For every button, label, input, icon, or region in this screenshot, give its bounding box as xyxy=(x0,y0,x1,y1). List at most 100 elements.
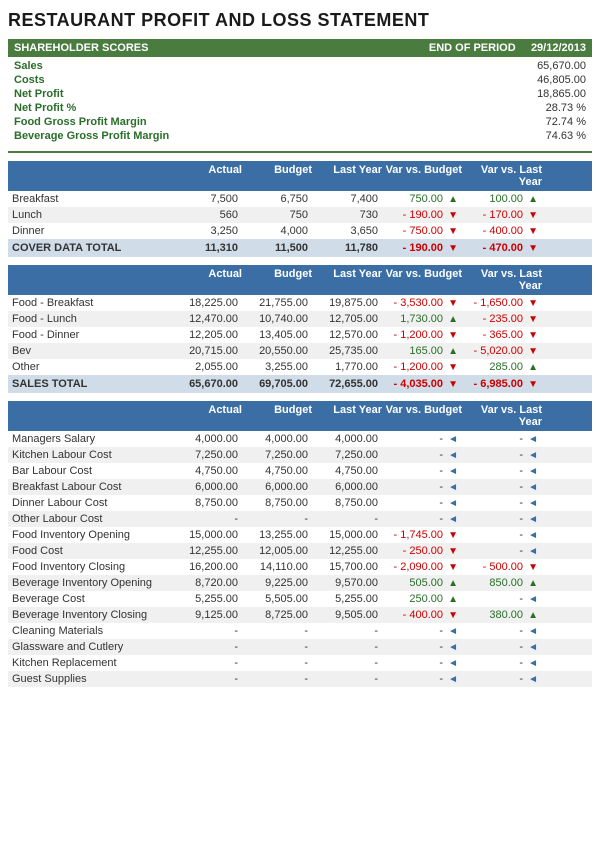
var-budget-cell: 250.00 ▲ xyxy=(382,593,462,605)
page-title: RESTAURANT PROFIT AND LOSS STATEMENT xyxy=(8,10,592,31)
sh-value: 28.73 % xyxy=(546,102,586,114)
sh-label: Food Gross Profit Margin xyxy=(14,116,147,128)
costs-data-row: Kitchen Replacement - - - - ◄ - ◄ xyxy=(8,655,592,671)
last-year-cell: 12,705.00 xyxy=(312,313,382,325)
row-label: Kitchen Labour Cost xyxy=(12,449,172,461)
var-budget-cell: - ◄ xyxy=(382,449,462,461)
arrow-down-icon: ▼ xyxy=(448,210,458,221)
var-last-cell: - ◄ xyxy=(462,641,542,653)
arrow-left-icon: ◄ xyxy=(448,658,458,669)
arrow-up-icon: ▲ xyxy=(448,314,458,325)
var-budget-cell: - ◄ xyxy=(382,625,462,637)
cover-col-header: Last Year xyxy=(312,164,382,188)
shareholder-section: SHAREHOLDER SCORES END OF PERIOD 29/12/2… xyxy=(8,39,592,153)
budget-cell: 8,750.00 xyxy=(242,497,312,509)
actual-cell: - xyxy=(172,625,242,637)
costs-data-row: Breakfast Labour Cost 6,000.00 6,000.00 … xyxy=(8,479,592,495)
arrow-left-icon: ◄ xyxy=(448,466,458,477)
var-last-cell: - ◄ xyxy=(462,545,542,557)
var-budget-cell: 750.00 ▲ xyxy=(382,193,462,205)
sales-rows: Food - Breakfast 18,225.00 21,755.00 19,… xyxy=(8,295,592,375)
var-budget-cell: - 750.00 ▼ xyxy=(382,225,462,237)
costs-col-header: Var vs. Budget xyxy=(382,404,462,428)
var-budget-cell: - ◄ xyxy=(382,497,462,509)
arrow-left-icon: ◄ xyxy=(448,514,458,525)
last-year-cell: - xyxy=(312,657,382,669)
budget-cell: 8,725.00 xyxy=(242,609,312,621)
actual-cell: 8,720.00 xyxy=(172,577,242,589)
costs-data-row: Other Labour Cost - - - - ◄ - ◄ xyxy=(8,511,592,527)
costs-col-header xyxy=(12,404,172,428)
costs-data-row: Beverage Inventory Opening 8,720.00 9,22… xyxy=(8,575,592,591)
arrow-left-icon: ◄ xyxy=(528,642,538,653)
var-budget-cell: - 1,745.00 ▼ xyxy=(382,529,462,541)
sh-label: Costs xyxy=(14,74,45,86)
total-var-budget: - 190.00 ▼ xyxy=(382,242,462,254)
arrow-left-icon: ◄ xyxy=(448,450,458,461)
total-last: 11,780 xyxy=(312,242,382,254)
arrow-left-icon: ◄ xyxy=(528,466,538,477)
arrow-left-icon: ◄ xyxy=(528,530,538,541)
budget-cell: - xyxy=(242,673,312,685)
actual-cell: - xyxy=(172,673,242,685)
costs-data-row: Beverage Cost 5,255.00 5,505.00 5,255.00… xyxy=(8,591,592,607)
var-last-cell: - ◄ xyxy=(462,465,542,477)
shareholder-row: Net Profit18,865.00 xyxy=(8,87,592,101)
arrow-left-icon: ◄ xyxy=(448,626,458,637)
arrow-down-icon: ▼ xyxy=(448,226,458,237)
row-label: Food Inventory Opening xyxy=(12,529,172,541)
actual-cell: 9,125.00 xyxy=(172,609,242,621)
arrow-left-icon: ◄ xyxy=(528,658,538,669)
last-year-cell: 9,570.00 xyxy=(312,577,382,589)
var-budget-cell: 165.00 ▲ xyxy=(382,345,462,357)
shareholder-divider xyxy=(8,151,592,153)
shareholder-row: Sales65,670.00 xyxy=(8,59,592,73)
actual-cell: 7,250.00 xyxy=(172,449,242,461)
arrow-down-icon: ▼ xyxy=(448,610,458,621)
var-last-cell: - ◄ xyxy=(462,481,542,493)
arrow-left-icon: ◄ xyxy=(528,434,538,445)
actual-cell: 3,250 xyxy=(172,225,242,237)
last-year-cell: 3,650 xyxy=(312,225,382,237)
last-year-cell: - xyxy=(312,625,382,637)
sales-header: ActualBudgetLast YearVar vs. BudgetVar v… xyxy=(8,265,592,295)
budget-cell: 21,755.00 xyxy=(242,297,312,309)
var-budget-cell: - 1,200.00 ▼ xyxy=(382,329,462,341)
costs-col-header: Actual xyxy=(172,404,242,428)
row-label: Food Inventory Closing xyxy=(12,561,172,573)
sh-value: 72.74 % xyxy=(546,116,586,128)
sh-label: Net Profit xyxy=(14,88,64,100)
actual-cell: 12,255.00 xyxy=(172,545,242,557)
budget-cell: 3,255.00 xyxy=(242,361,312,373)
arrow-left-icon: ◄ xyxy=(448,482,458,493)
var-last-cell: 850.00 ▲ xyxy=(462,577,542,589)
last-year-cell: 9,505.00 xyxy=(312,609,382,621)
arrow-up-icon: ▲ xyxy=(448,594,458,605)
sales-total-row: SALES TOTAL 65,670.00 69,705.00 72,655.0… xyxy=(8,375,592,393)
cover-col-header: Var vs. Budget xyxy=(382,164,462,188)
cover-col-header xyxy=(12,164,172,188)
arrow-down-icon: ▼ xyxy=(528,314,538,325)
last-year-cell: 25,735.00 xyxy=(312,345,382,357)
budget-cell: 14,110.00 xyxy=(242,561,312,573)
budget-cell: 20,550.00 xyxy=(242,345,312,357)
budget-cell: 750 xyxy=(242,209,312,221)
cover-header: ActualBudgetLast YearVar vs. BudgetVar v… xyxy=(8,161,592,191)
shareholder-row: Food Gross Profit Margin 72.74 % xyxy=(8,115,592,129)
sh-label: Beverage Gross Profit Margin xyxy=(14,130,169,142)
row-label: Kitchen Replacement xyxy=(12,657,172,669)
shareholder-body: Sales65,670.00Costs46,805.00Net Profit18… xyxy=(8,57,592,145)
budget-cell: 6,750 xyxy=(242,193,312,205)
row-label: Dinner Labour Cost xyxy=(12,497,172,509)
arrow-down-icon: ▼ xyxy=(528,379,538,390)
cover-col-header: Var vs. Last Year xyxy=(462,164,542,188)
cover-total-row: COVER DATA TOTAL 11,310 11,500 11,780 - … xyxy=(8,239,592,257)
actual-cell: 15,000.00 xyxy=(172,529,242,541)
last-year-cell: 730 xyxy=(312,209,382,221)
actual-cell: 2,055.00 xyxy=(172,361,242,373)
sales-col-header: Budget xyxy=(242,268,312,292)
arrow-left-icon: ◄ xyxy=(448,434,458,445)
actual-cell: - xyxy=(172,657,242,669)
cover-data-row: Lunch 560 750 730 - 190.00 ▼ - 170.00 ▼ xyxy=(8,207,592,223)
cover-data-row: Breakfast 7,500 6,750 7,400 750.00 ▲ 100… xyxy=(8,191,592,207)
